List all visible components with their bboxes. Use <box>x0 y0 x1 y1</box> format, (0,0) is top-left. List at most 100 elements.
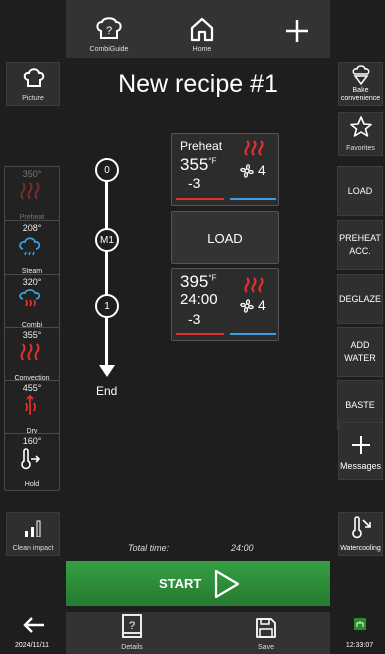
fan-icon <box>240 164 254 178</box>
save-button[interactable]: Save <box>244 612 288 654</box>
combi-icon <box>19 289 41 307</box>
hold-thermometer-icon <box>21 448 41 470</box>
plus-icon <box>352 436 370 454</box>
fan-speed: 4 <box>258 162 266 178</box>
step-value: -3 <box>188 311 201 327</box>
clean-impact-label: Clean impact <box>12 545 54 552</box>
mode-temp: 455° <box>22 383 42 393</box>
mode-combi[interactable]: 320° Combi <box>4 274 60 332</box>
watercooling-label: Watercooling <box>340 545 381 552</box>
clean-impact-button[interactable]: Clean impact <box>6 512 60 556</box>
bake-convenience-label: Bake convenience <box>340 87 381 102</box>
step-temp: 355°F <box>180 155 216 175</box>
home-label: Home <box>192 46 212 53</box>
heat-indicator-bar <box>176 198 224 200</box>
chef-hat-question-icon: ? <box>96 17 122 39</box>
total-time-label: Total time: <box>128 543 170 553</box>
details-button[interactable]: ? Details <box>110 612 154 654</box>
status-area: 12:33:07 <box>334 612 385 654</box>
timeline-node-1[interactable]: 1 <box>95 294 119 318</box>
watercooling-button[interactable]: Watercooling <box>338 512 383 556</box>
favorites-button[interactable]: Favorites <box>338 112 383 156</box>
convection-heat-icon <box>20 343 40 361</box>
mode-temp: 355° <box>22 330 42 340</box>
timeline-end-label: End <box>96 384 118 398</box>
step-card-1[interactable]: 395°F 24:00 -3 4 <box>171 268 279 341</box>
date-label: 2024/11/11 <box>15 642 49 649</box>
back-button[interactable]: 2024/11/11 <box>2 612 62 654</box>
start-label: START <box>159 576 202 591</box>
start-button[interactable]: START <box>66 561 330 606</box>
heat-indicator-bar <box>176 333 224 335</box>
page-title: New recipe #1 <box>118 70 278 98</box>
fan-speed: 4 <box>258 297 266 313</box>
mode-dry[interactable]: 455° Dry <box>4 380 60 438</box>
document-question-icon: ? <box>122 614 142 638</box>
save-label: Save <box>258 644 274 651</box>
timeline-end-arrow <box>99 365 115 377</box>
clock-label: 12:33:07 <box>345 642 374 649</box>
dry-icon <box>25 395 36 415</box>
svg-text:?: ? <box>129 620 135 632</box>
action-label: DEGLAZE <box>338 293 381 304</box>
bake-convenience-icon <box>352 65 370 85</box>
step-card-load[interactable]: LOAD <box>171 211 279 264</box>
combiguide-button[interactable]: ? CombiGuide <box>86 12 132 56</box>
thermometer-down-icon <box>352 516 371 539</box>
mode-temp: 320° <box>22 277 42 287</box>
steam-indicator-bar <box>230 333 276 335</box>
star-icon <box>350 116 372 137</box>
step-value: -3 <box>188 175 201 191</box>
details-label: Details <box>121 644 143 651</box>
step-temp-unit: °F <box>208 156 217 166</box>
svg-text:?: ? <box>106 25 112 37</box>
heat-waves-icon <box>244 277 264 293</box>
combiguide-label: CombiGuide <box>89 46 129 53</box>
chef-hat-icon <box>23 68 45 87</box>
play-icon <box>214 569 240 599</box>
mode-preheat[interactable]: 350° Preheat <box>4 166 60 224</box>
home-icon <box>190 17 214 42</box>
step-temp-value: 395 <box>180 272 209 291</box>
timeline-node-0[interactable]: 0 <box>95 158 119 182</box>
bake-convenience-button[interactable]: Bake convenience <box>338 62 383 106</box>
picture-label: Picture <box>22 95 44 102</box>
fan-icon <box>240 299 254 313</box>
step-title: Preheat <box>180 139 223 153</box>
mode-label: Hold <box>24 481 40 488</box>
preheat-heat-icon <box>20 182 40 200</box>
home-button[interactable]: Home <box>182 12 222 56</box>
action-button-preheat-acc[interactable]: PREHEAT ACC. <box>337 220 383 270</box>
timeline-node-m1[interactable]: M1 <box>95 228 119 252</box>
steam-indicator-bar <box>230 198 276 200</box>
floppy-disk-icon <box>256 618 276 638</box>
action-label: PREHEAT ACC. <box>339 233 381 256</box>
messages-button[interactable]: Messages <box>338 422 383 480</box>
mode-convection[interactable]: 355° Convection <box>4 327 60 385</box>
arrow-left-icon <box>23 617 44 633</box>
step-time: 24:00 <box>180 291 218 308</box>
action-button-load[interactable]: LOAD <box>337 166 383 216</box>
action-button-add-water[interactable]: ADD WATER <box>337 327 383 377</box>
action-button-deglaze[interactable]: DEGLAZE <box>337 274 383 324</box>
total-time-value: 24:00 <box>231 543 254 553</box>
mode-hold[interactable]: 160° Hold <box>4 433 60 491</box>
step-temp-unit: °F <box>208 273 217 283</box>
action-label: LOAD <box>347 185 373 196</box>
signal-bars-icon <box>25 520 41 537</box>
step-card-preheat[interactable]: Preheat 355°F -3 4 <box>171 133 279 206</box>
network-status-icon <box>354 618 366 630</box>
messages-label: Messages <box>339 461 382 471</box>
step-temp: 395°F <box>180 272 216 292</box>
picture-button[interactable]: Picture <box>6 62 60 106</box>
add-button[interactable] <box>282 16 312 46</box>
mode-steam[interactable]: 208° Steam <box>4 220 60 278</box>
mode-temp: 208° <box>22 223 42 233</box>
steam-icon <box>19 237 41 256</box>
action-label: BASTE <box>345 399 375 410</box>
timeline-line <box>105 158 108 366</box>
bottom-bar <box>66 612 330 654</box>
step-temp-value: 355 <box>180 155 209 174</box>
favorites-label: Favorites <box>346 145 375 152</box>
load-step-label: LOAD <box>207 231 243 246</box>
